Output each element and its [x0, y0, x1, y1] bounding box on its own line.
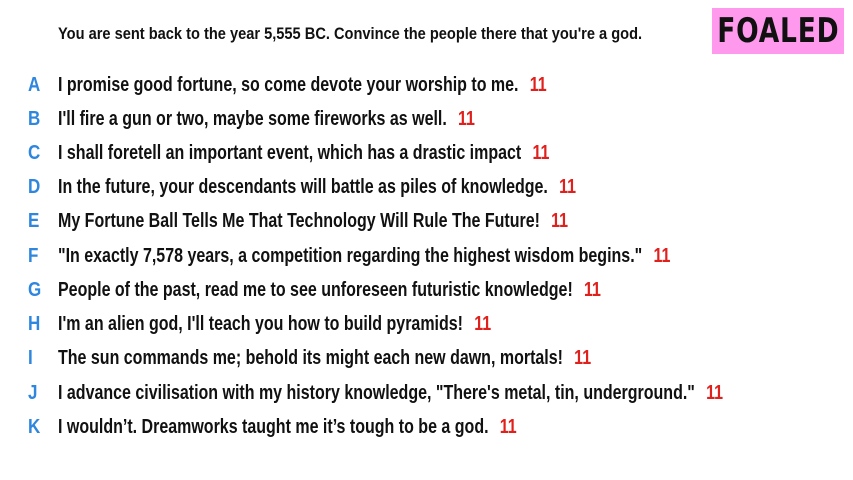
- answer-score: 11: [458, 108, 475, 130]
- answer-text: I advance civilisation with my history k…: [58, 382, 695, 404]
- answer-text: I wouldn’t. Dreamworks taught me it’s to…: [58, 416, 489, 438]
- badge-label: FOALED: [716, 11, 840, 51]
- answer-letter: F: [28, 245, 39, 267]
- answer-row-h: H I'm an alien god, I'll teach you how t…: [0, 309, 853, 339]
- answer-row-f: F "In exactly 7,578 years, a competition…: [0, 241, 853, 271]
- answer-text: I shall foretell an important event, whi…: [58, 142, 522, 164]
- answer-letter: H: [28, 313, 41, 335]
- answer-letter: I: [28, 347, 33, 369]
- answer-text: "In exactly 7,578 years, a competition r…: [58, 245, 643, 267]
- answer-score: 11: [532, 142, 550, 164]
- answer-row-a: A I promise good fortune, so come devote…: [0, 70, 853, 100]
- answer-text: I'll fire a gun or two, maybe some firew…: [58, 108, 447, 130]
- answer-text: The sun commands me; behold its might ea…: [58, 347, 563, 369]
- answer-letter: D: [28, 176, 41, 198]
- answer-score: 11: [559, 176, 576, 198]
- answer-score: 11: [499, 416, 517, 438]
- answer-letter: C: [28, 142, 41, 164]
- answer-score: 11: [551, 210, 569, 232]
- answer-row-c: C I shall foretell an important event, w…: [0, 138, 853, 168]
- answer-row-j: J I advance civilisation with my history…: [0, 378, 853, 408]
- answer-letter: B: [28, 108, 41, 130]
- answer-row-e: E My Fortune Ball Tells Me That Technolo…: [0, 206, 853, 236]
- answer-row-b: B I'll fire a gun or two, maybe some fir…: [0, 104, 853, 134]
- answer-row-i: I The sun commands me; behold its might …: [0, 343, 853, 373]
- answer-letter: J: [28, 382, 38, 404]
- question-prompt: You are sent back to the year 5,555 BC. …: [58, 24, 643, 43]
- answer-text: I'm an alien god, I'll teach you how to …: [58, 313, 463, 335]
- answer-score: 11: [583, 279, 601, 301]
- answer-letter: K: [28, 416, 41, 438]
- answer-row-d: D In the future, your descendants will b…: [0, 172, 853, 202]
- answer-score: 11: [653, 245, 671, 267]
- answer-text: I promise good fortune, so come devote y…: [58, 74, 519, 96]
- foaled-badge: FOALED: [712, 8, 844, 54]
- answer-text: People of the past, read me to see unfor…: [58, 279, 573, 301]
- answer-letter: E: [28, 210, 40, 232]
- answer-text: My Fortune Ball Tells Me That Technology…: [58, 210, 540, 232]
- answer-letter: G: [28, 279, 42, 301]
- answer-row-k: K I wouldn’t. Dreamworks taught me it’s …: [0, 412, 853, 442]
- answer-score: 11: [574, 347, 592, 369]
- answer-text: In the future, your descendants will bat…: [58, 176, 548, 198]
- answer-score: 11: [529, 74, 547, 96]
- answer-row-g: G People of the past, read me to see unf…: [0, 275, 853, 305]
- answer-score: 11: [706, 382, 724, 404]
- answer-score: 11: [474, 313, 492, 335]
- answer-letter: A: [28, 74, 41, 96]
